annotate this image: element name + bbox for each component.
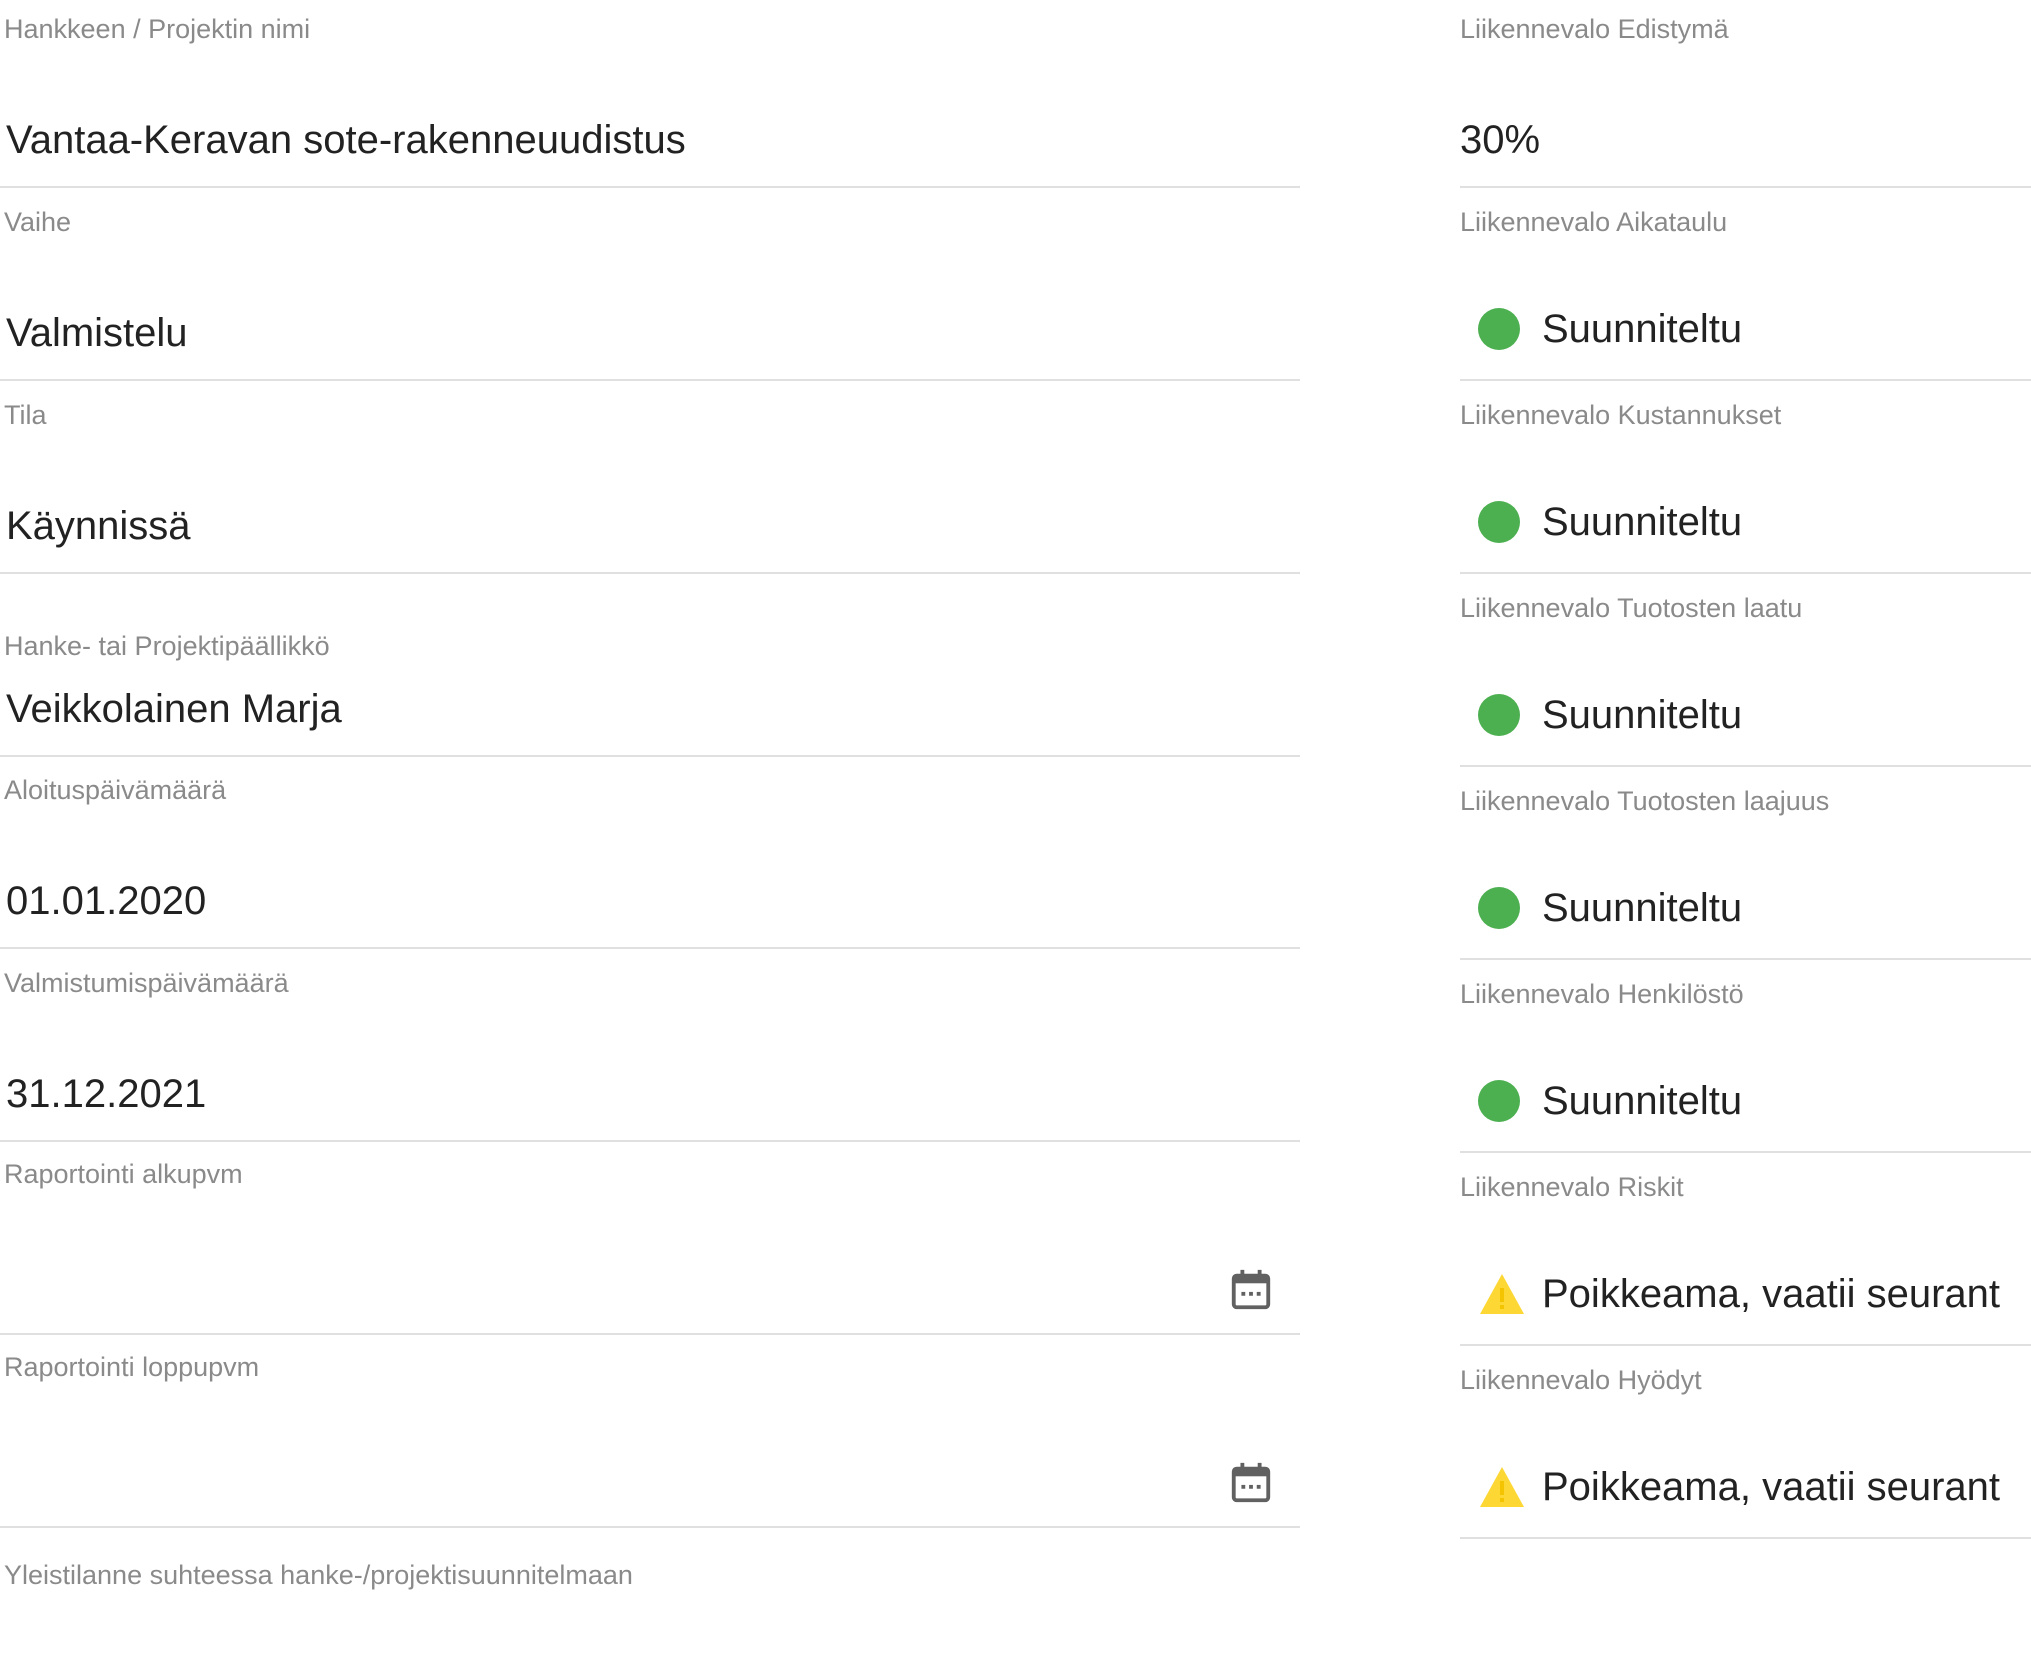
field-underline	[1460, 186, 2031, 188]
field-underline	[0, 379, 1300, 381]
green-circle-icon	[1478, 694, 1520, 736]
benefits-field[interactable]: Liikennevalo Hyödyt Poikkeama, vaatii se…	[1460, 1351, 2031, 1544]
field-underline	[1460, 1151, 2031, 1153]
start-date-field[interactable]: Aloituspäivämäärä 01.01.2020	[0, 751, 1300, 949]
project-info-column: Hankkeen / Projektin nimi Vantaa-Keravan…	[0, 0, 1300, 1528]
end-date-value[interactable]: 31.12.2021	[6, 1070, 206, 1118]
field-underline	[1460, 958, 2031, 960]
risks-field[interactable]: Liikennevalo Riskit Poikkeama, vaatii se…	[1460, 1158, 2031, 1351]
output-quality-status[interactable]: Suunniteltu	[1478, 691, 1742, 739]
start-date-value[interactable]: 01.01.2020	[6, 877, 206, 925]
end-date-field[interactable]: Valmistumispäivämäärä 31.12.2021	[0, 944, 1300, 1142]
personnel-status[interactable]: Suunniteltu	[1478, 1077, 1742, 1125]
overall-status-label: Yleistilanne suhteessa hanke-/projektisu…	[4, 1560, 633, 1590]
risks-label: Liikennevalo Riskit	[1460, 1172, 1684, 1202]
phase-label: Vaihe	[4, 207, 72, 237]
risks-status-text: Poikkeama, vaatii seurant	[1542, 1272, 2001, 1316]
field-underline	[1460, 1344, 2031, 1346]
benefits-status[interactable]: Poikkeama, vaatii seurant	[1478, 1463, 2000, 1511]
schedule-label: Liikennevalo Aikataulu	[1460, 207, 1728, 237]
project-manager-label: Hanke- tai Projektipäällikkö	[4, 631, 330, 661]
costs-label: Liikennevalo Kustannukset	[1460, 400, 1782, 430]
state-label: Tila	[4, 400, 47, 430]
calendar-icon[interactable]	[1228, 1265, 1274, 1315]
costs-field[interactable]: Liikennevalo Kustannukset Suunniteltu	[1460, 386, 2031, 579]
schedule-status[interactable]: Suunniteltu	[1478, 305, 1742, 353]
output-quality-status-text: Suunniteltu	[1542, 693, 1743, 737]
progress-label: Liikennevalo Edistymä	[1460, 14, 1729, 44]
field-underline	[1460, 379, 2031, 381]
phase-field[interactable]: Vaihe Valmistelu	[0, 193, 1300, 386]
project-name-value[interactable]: Vantaa-Keravan sote-rakenneuudistus	[6, 116, 686, 164]
field-underline	[1460, 572, 2031, 574]
progress-field[interactable]: Liikennevalo Edistymä 30%	[1460, 0, 2031, 193]
field-underline	[1460, 765, 2031, 767]
reporting-start-date-label: Raportointi alkupvm	[4, 1159, 243, 1189]
green-circle-icon	[1478, 501, 1520, 543]
field-underline	[0, 1526, 1300, 1528]
warning-triangle-icon	[1480, 1467, 1524, 1507]
project-manager-field[interactable]: Hanke- tai Projektipäällikkö Veikkolaine…	[0, 579, 1300, 761]
schedule-field[interactable]: Liikennevalo Aikataulu Suunniteltu	[1460, 193, 2031, 386]
reporting-end-date-field[interactable]: Raportointi loppupvm	[0, 1330, 1300, 1528]
output-scope-label: Liikennevalo Tuotosten laajuus	[1460, 786, 1830, 816]
personnel-field[interactable]: Liikennevalo Henkilöstö Suunniteltu	[1460, 965, 2031, 1158]
calendar-icon[interactable]	[1228, 1458, 1274, 1508]
schedule-status-text: Suunniteltu	[1542, 307, 1743, 351]
output-quality-field[interactable]: Liikennevalo Tuotosten laatu Suunniteltu	[1460, 579, 2031, 772]
costs-status-text: Suunniteltu	[1542, 500, 1743, 544]
output-scope-status-text: Suunniteltu	[1542, 886, 1743, 930]
state-field[interactable]: Tila Käynnissä	[0, 386, 1300, 579]
field-underline	[0, 572, 1300, 574]
reporting-start-date-field[interactable]: Raportointi alkupvm	[0, 1137, 1300, 1335]
output-quality-label: Liikennevalo Tuotosten laatu	[1460, 593, 1803, 623]
field-underline	[0, 186, 1300, 188]
warning-triangle-icon	[1480, 1274, 1524, 1314]
personnel-status-text: Suunniteltu	[1542, 1079, 1743, 1123]
project-name-label: Hankkeen / Projektin nimi	[4, 14, 311, 44]
output-scope-field[interactable]: Liikennevalo Tuotosten laajuus Suunnitel…	[1460, 772, 2031, 965]
traffic-light-column: Liikennevalo Edistymä 30% Liikennevalo A…	[1460, 0, 2031, 1544]
project-manager-value[interactable]: Veikkolainen Marja	[6, 685, 342, 733]
start-date-label: Aloituspäivämäärä	[4, 775, 227, 805]
green-circle-icon	[1478, 887, 1520, 929]
reporting-end-date-label: Raportointi loppupvm	[4, 1352, 260, 1382]
costs-status[interactable]: Suunniteltu	[1478, 498, 1742, 546]
benefits-label: Liikennevalo Hyödyt	[1460, 1365, 1702, 1395]
output-scope-status[interactable]: Suunniteltu	[1478, 884, 1742, 932]
green-circle-icon	[1478, 1080, 1520, 1122]
field-underline	[1460, 1537, 2031, 1539]
personnel-label: Liikennevalo Henkilöstö	[1460, 979, 1744, 1009]
progress-value[interactable]: 30%	[1460, 116, 1540, 164]
project-name-field[interactable]: Hankkeen / Projektin nimi Vantaa-Keravan…	[0, 0, 1300, 193]
green-circle-icon	[1478, 308, 1520, 350]
risks-status[interactable]: Poikkeama, vaatii seurant	[1478, 1270, 2000, 1318]
phase-value[interactable]: Valmistelu	[6, 309, 188, 357]
benefits-status-text: Poikkeama, vaatii seurant	[1542, 1465, 2001, 1509]
state-value[interactable]: Käynnissä	[6, 502, 191, 550]
end-date-label: Valmistumispäivämäärä	[4, 968, 289, 998]
